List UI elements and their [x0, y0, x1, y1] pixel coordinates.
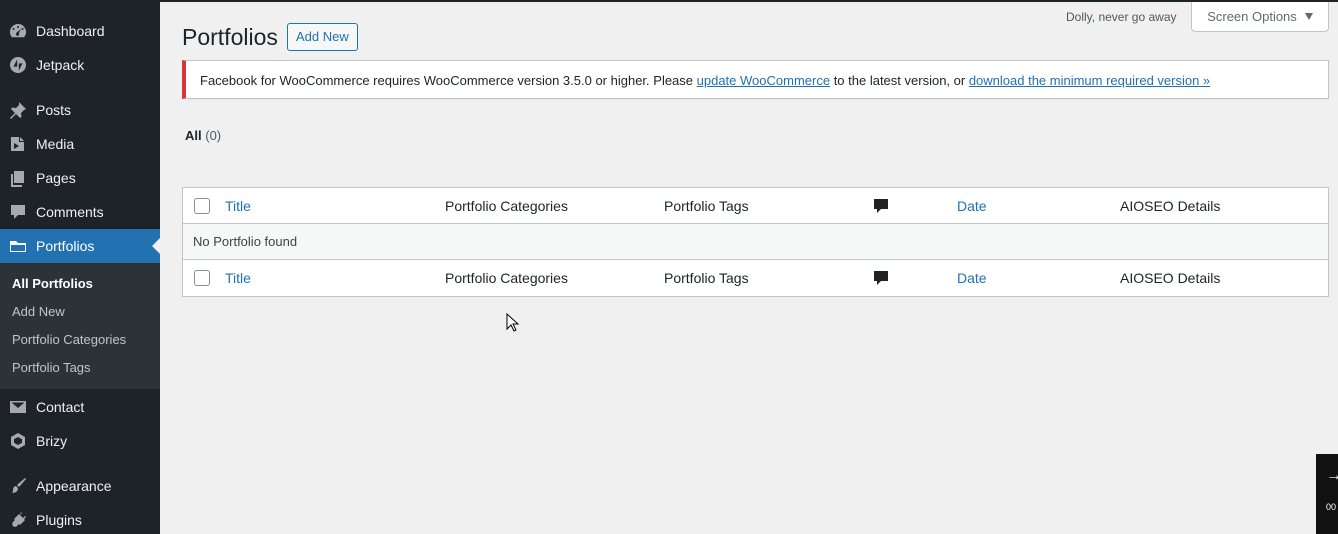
jetpack-icon — [0, 48, 36, 82]
submenu-portfolio-tags[interactable]: Portfolio Tags — [12, 354, 91, 382]
caret-down-icon — [1304, 13, 1313, 20]
menu-item-contact[interactable]: Contact — [0, 390, 160, 424]
menu-item-appearance[interactable]: Appearance — [0, 469, 160, 503]
notice-text: Facebook for WooCommerce requires WooCom… — [200, 73, 697, 88]
comment-bubble-icon — [874, 199, 888, 214]
menu-label: Media — [36, 136, 75, 152]
column-aioseo-details-footer: AIOSEO Details — [1120, 270, 1221, 286]
menu-label: Brizy — [36, 433, 68, 449]
menu-label: Dashboard — [36, 23, 105, 39]
main-content: Portfolios Add New Dolly, never go away … — [160, 2, 1338, 534]
download-minimum-version-link[interactable]: download the minimum required version » — [969, 73, 1210, 88]
arrow-right-icon: → — [1326, 467, 1338, 484]
menu-label: Plugins — [36, 512, 82, 528]
column-portfolio-tags: Portfolio Tags — [664, 198, 749, 214]
column-date-sort-footer[interactable]: Date — [957, 260, 987, 296]
mouse-cursor-icon — [506, 312, 520, 333]
column-aioseo-details: AIOSEO Details — [1120, 198, 1221, 214]
brush-icon — [0, 469, 36, 503]
portfolios-submenu: All Portfolios Add New Portfolio Categor… — [0, 263, 160, 389]
submenu-add-new[interactable]: Add New — [12, 298, 65, 326]
menu-item-portfolios[interactable]: Portfolios — [0, 229, 160, 263]
menu-item-comments[interactable]: Comments — [0, 195, 160, 229]
submenu-portfolio-categories[interactable]: Portfolio Categories — [12, 326, 126, 354]
portfolio-list-table: Title Portfolio Categories Portfolio Tag… — [182, 187, 1329, 297]
filter-all-count: (0) — [205, 128, 222, 143]
error-notice: Facebook for WooCommerce requires WooCom… — [182, 60, 1329, 99]
notice-text-middle: to the latest version, or — [830, 73, 969, 88]
menu-label: Comments — [36, 204, 104, 220]
comments-icon — [0, 195, 36, 229]
update-woocommerce-link[interactable]: update WooCommerce — [697, 73, 830, 88]
recording-time: 00 — [1326, 502, 1337, 512]
menu-label: Portfolios — [36, 238, 95, 254]
menu-label: Contact — [36, 399, 85, 415]
column-portfolio-tags-footer: Portfolio Tags — [664, 270, 749, 286]
hello-dolly-text: Dolly, never go away — [1066, 10, 1177, 24]
submenu-all-portfolios[interactable]: All Portfolios — [12, 270, 93, 298]
menu-label: Jetpack — [36, 57, 85, 73]
comment-bubble-icon — [874, 271, 888, 286]
table-row-empty: No Portfolio found — [183, 224, 1328, 260]
menu-item-posts[interactable]: Posts — [0, 93, 160, 127]
mail-icon — [0, 390, 36, 424]
menu-label: Posts — [36, 102, 72, 118]
menu-item-dashboard[interactable]: Dashboard — [0, 14, 160, 48]
folder-icon — [0, 229, 36, 263]
column-title-sort[interactable]: Title — [225, 188, 251, 224]
no-items-message: No Portfolio found — [193, 234, 298, 249]
admin-sidebar: Dashboard Jetpack Posts Media Pages Comm… — [0, 0, 160, 534]
menu-item-plugins[interactable]: Plugins — [0, 503, 160, 534]
dashboard-icon — [0, 14, 36, 48]
filter-all-label: All — [185, 128, 202, 143]
select-all-checkbox-footer[interactable] — [194, 270, 210, 286]
table-footer-row: Title Portfolio Categories Portfolio Tag… — [183, 260, 1328, 296]
menu-item-media[interactable]: Media — [0, 127, 160, 161]
pin-icon — [0, 93, 36, 127]
column-title-sort-footer[interactable]: Title — [225, 260, 251, 296]
recording-widget[interactable]: → 00 — [1316, 454, 1338, 534]
screen-options-label: Screen Options — [1207, 9, 1297, 24]
table-header-row: Title Portfolio Categories Portfolio Tag… — [183, 188, 1328, 224]
select-all-checkbox[interactable] — [194, 198, 210, 214]
column-portfolio-categories: Portfolio Categories — [445, 198, 568, 214]
menu-item-jetpack[interactable]: Jetpack — [0, 48, 160, 82]
menu-item-pages[interactable]: Pages — [0, 161, 160, 195]
menu-label: Pages — [36, 170, 76, 186]
plug-icon — [0, 503, 36, 534]
menu-item-brizy[interactable]: Brizy — [0, 424, 160, 458]
page-title: Portfolios — [182, 24, 278, 50]
screen-options-button[interactable]: Screen Options — [1191, 2, 1329, 32]
column-date-sort[interactable]: Date — [957, 188, 987, 224]
add-new-button[interactable]: Add New — [287, 23, 358, 51]
brizy-icon — [0, 424, 36, 458]
menu-label: Appearance — [36, 478, 112, 494]
media-icon — [0, 127, 36, 161]
filter-all-link[interactable]: All (0) — [185, 128, 221, 143]
column-portfolio-categories-footer: Portfolio Categories — [445, 270, 568, 286]
pages-icon — [0, 161, 36, 195]
